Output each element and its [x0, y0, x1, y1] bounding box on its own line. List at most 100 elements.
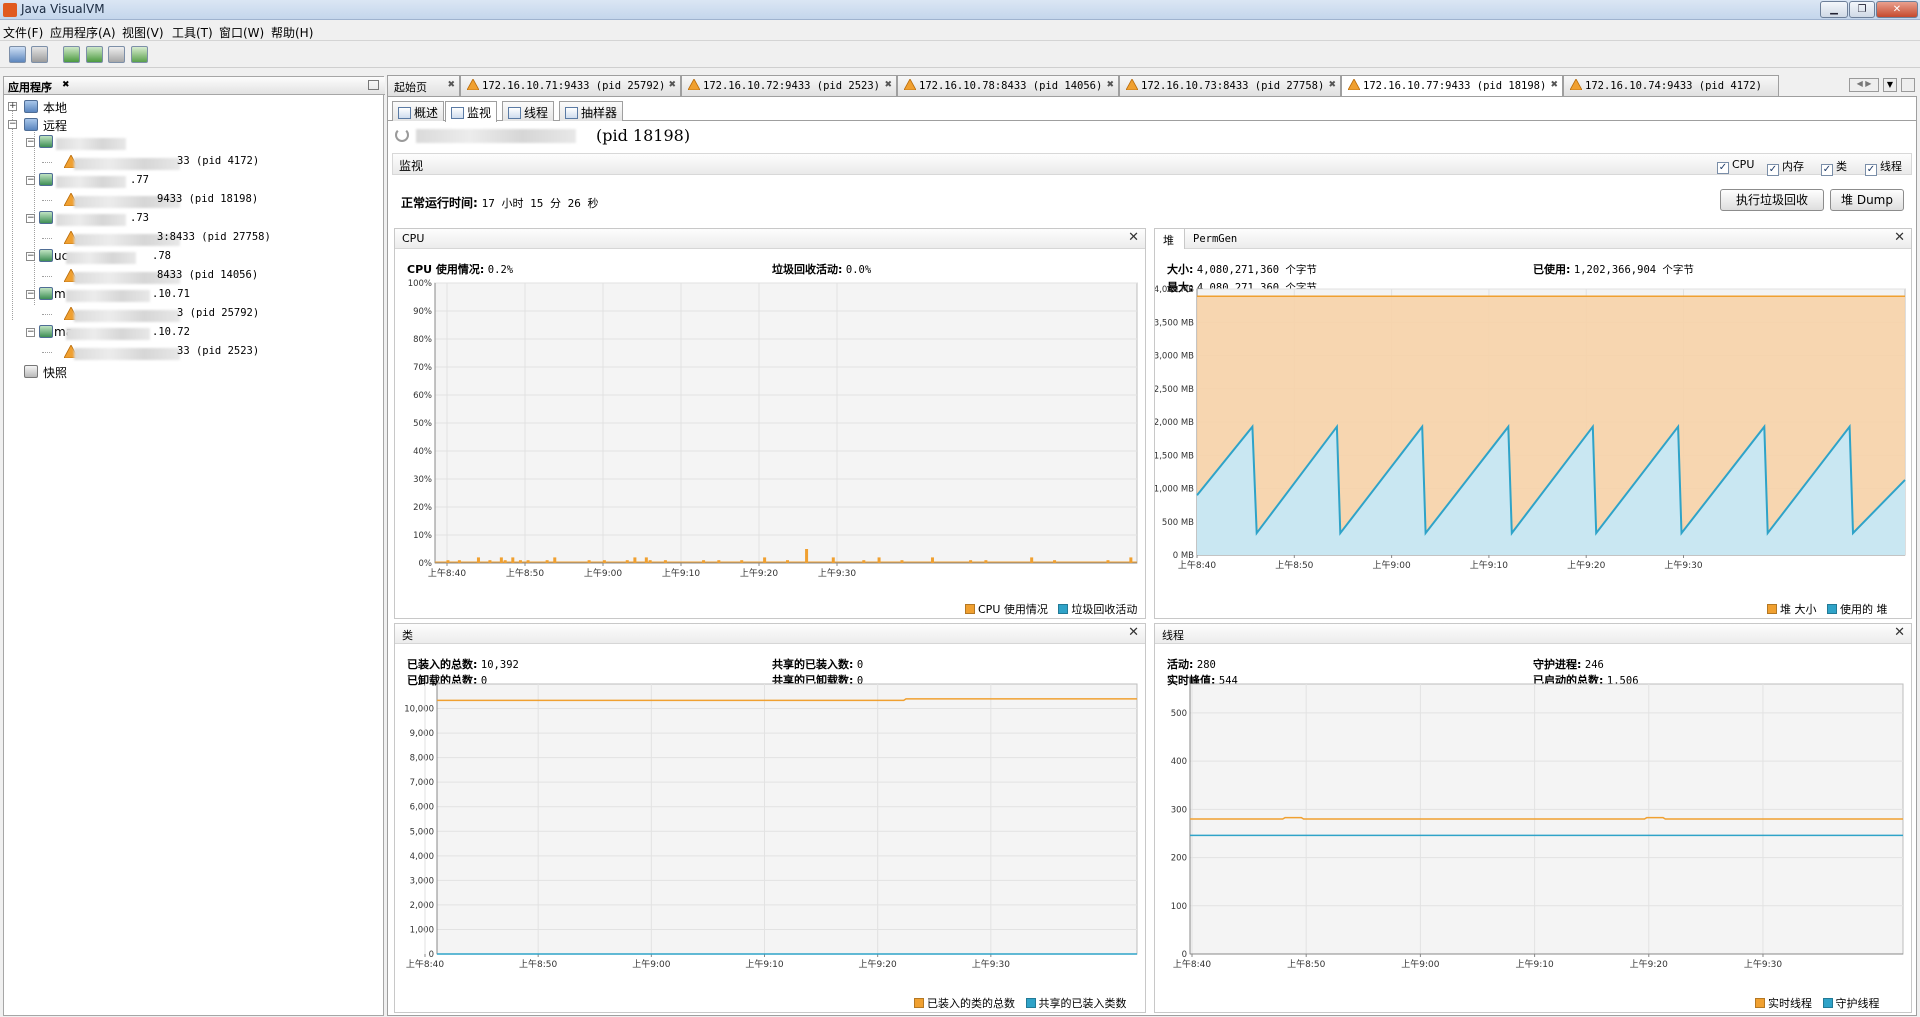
host-prefix: m	[54, 287, 66, 301]
close-icon[interactable]: ✕	[1894, 625, 1905, 640]
tab-list-dropdown-icon[interactable]: ▼	[1883, 78, 1897, 92]
menu-bar: 文件(F) 应用程序(A) 视图(V) 工具(T) 窗口(W) 帮助(H)	[0, 21, 1920, 41]
x-tick-label: 上午8:50	[1287, 958, 1325, 970]
y-tick-label: 0 MB	[1173, 551, 1194, 561]
tab-threads[interactable]: 线程	[502, 101, 555, 121]
tab-monitor-label: 监视	[467, 106, 492, 120]
legend-swatch	[1827, 604, 1837, 614]
collapse-icon[interactable]: −	[26, 214, 35, 223]
menu-view[interactable]: 视图(V)	[122, 24, 164, 41]
toolbar	[0, 42, 1920, 68]
tab-app-25792[interactable]: 172.16.10.71:9433 (pid 25792) ✖	[460, 75, 681, 96]
checkbox-classes-label: 类	[1836, 160, 1847, 173]
collapse-icon[interactable]: −	[26, 176, 35, 185]
tab-app-2523[interactable]: 172.16.10.72:9433 (pid 2523) ✖	[681, 75, 897, 96]
menu-help[interactable]: 帮助(H)	[271, 24, 313, 41]
app-pid-label: 33 (pid 2523)	[177, 345, 260, 357]
tab-overview[interactable]: 概述	[392, 101, 445, 121]
check-icon: ✓	[1865, 164, 1877, 176]
monitor-icon	[451, 107, 464, 119]
tab-scroll-arrows[interactable]: ◀ ▶	[1849, 78, 1879, 92]
collapse-icon[interactable]: −	[26, 328, 35, 337]
tab-app-14056[interactable]: 172.16.10.78:8433 (pid 14056) ✖	[897, 75, 1119, 96]
maximize-button[interactable]: ❐	[1849, 1, 1875, 18]
heap-panel: 堆 PermGen ✕ 大小: 4,080,271,360 个字节 最大: 4,…	[1154, 228, 1912, 619]
y-tick-label: 100%	[408, 279, 432, 289]
tab-sampler[interactable]: 抽样器	[559, 101, 624, 121]
minimize-window-icon[interactable]	[1901, 78, 1915, 92]
y-tick-label: 7,000	[410, 778, 434, 788]
permgen-subtab[interactable]: PermGen	[1193, 233, 1237, 245]
collapse-icon[interactable]: −	[8, 120, 17, 129]
daemon-value: 246	[1584, 659, 1604, 671]
checkbox-threads[interactable]: ✓ 线程	[1865, 158, 1902, 176]
close-icon[interactable]: ✕	[1128, 230, 1139, 245]
close-icon[interactable]: ✕	[1894, 230, 1905, 245]
minimize-button[interactable]: ▁	[1820, 1, 1848, 18]
add-remote-host-icon[interactable]	[86, 46, 103, 63]
close-icon[interactable]: ✕	[1128, 625, 1139, 640]
checkbox-classes[interactable]: ✓ 类	[1821, 158, 1847, 176]
save-icon[interactable]	[31, 46, 48, 63]
y-tick-label: 20%	[413, 503, 432, 513]
collapse-icon[interactable]: −	[26, 138, 35, 147]
menu-file[interactable]: 文件(F)	[3, 24, 43, 41]
y-tick-label: 500 MB	[1162, 518, 1194, 528]
heap-subtab[interactable]: 堆	[1155, 229, 1185, 249]
remote-host-icon	[39, 287, 53, 300]
host-suffix: .10.72	[152, 326, 190, 338]
close-icon[interactable]: ✖	[447, 80, 455, 90]
tab-monitor[interactable]: 监视	[445, 101, 498, 122]
checkbox-cpu[interactable]: ✓ CPU	[1717, 158, 1754, 174]
heap-dump-button[interactable]: 堆 Dump	[1830, 189, 1904, 211]
menu-applications[interactable]: 应用程序(A)	[50, 24, 116, 41]
close-icon[interactable]: ✖	[668, 80, 676, 90]
app-name-redacted	[74, 310, 180, 322]
x-tick-label: 上午9:10	[1470, 559, 1508, 571]
menu-window[interactable]: 窗口(W)	[219, 24, 264, 41]
minimize-panel-icon[interactable]	[368, 80, 379, 90]
applications-tab[interactable]: 应用程序 ✖	[4, 77, 385, 95]
close-button[interactable]: ✕	[1876, 1, 1918, 18]
y-tick-label: 0	[1182, 950, 1187, 960]
add-core-dump-icon[interactable]	[108, 46, 125, 63]
close-icon[interactable]: ✖	[1328, 80, 1336, 90]
legend-swatch	[1767, 604, 1777, 614]
classes-panel-title: 类	[402, 629, 413, 642]
checkbox-memory[interactable]: ✓ 内存	[1767, 158, 1804, 176]
app-name-redacted	[74, 348, 180, 360]
menu-tools[interactable]: 工具(T)	[172, 24, 213, 41]
x-tick-label: 上午9:20	[740, 567, 778, 579]
remote-host-icon	[39, 173, 53, 186]
add-snapshot-icon[interactable]	[131, 46, 148, 63]
heap-chart: 0 MB 500 MB 1,000 MB 1,500 MB 2,000 MB 2,500 …	[1155, 285, 1906, 571]
y-tick-label: 50%	[413, 419, 432, 429]
tab-app-18198[interactable]: 172.16.10.77:9433 (pid 18198) ✖	[1341, 75, 1563, 97]
legend-label: 守护线程	[1835, 997, 1880, 1010]
applications-panel: 应用程序 ✖ + 本地 − 远程 快照 − 33 (pid 4172) − .77 94…	[3, 76, 385, 1016]
close-icon[interactable]: ✖	[1550, 80, 1558, 90]
close-icon[interactable]: ✖	[884, 80, 892, 90]
x-tick-label: 上午9:30	[1664, 559, 1702, 571]
tab-start-page[interactable]: 起始页 ✖	[387, 75, 460, 96]
collapse-icon[interactable]: −	[26, 252, 35, 261]
cpu-panel: CPU ✕ CPU 使用情况: 0.2% 垃圾回收活动: 0.0% 0% 10% 2…	[394, 228, 1146, 619]
x-tick-label: 上午9:30	[972, 958, 1010, 970]
heap-size-label: 大小:	[1167, 263, 1194, 276]
tab-app-27758[interactable]: 172.16.10.73:8433 (pid 27758) ✖	[1119, 75, 1341, 96]
y-tick-label: 40%	[413, 447, 432, 457]
tab-app-4172[interactable]: 172.16.10.74:9433 (pid 4172)	[1563, 75, 1779, 96]
collapse-icon[interactable]: −	[26, 290, 35, 299]
open-snapshot-icon[interactable]	[9, 46, 26, 63]
y-tick-label: 2,000 MB	[1155, 418, 1194, 428]
add-jmx-connection-icon[interactable]	[63, 46, 80, 63]
tab-label: 起始页	[394, 81, 427, 94]
close-icon[interactable]: ✖	[62, 80, 70, 90]
shared-loaded-stat: 共享的已装入数: 0	[772, 656, 863, 672]
cpu-panel-title: CPU	[402, 232, 425, 245]
perform-gc-button[interactable]: 执行垃圾回收	[1720, 189, 1824, 211]
close-icon[interactable]: ✖	[1106, 80, 1114, 90]
y-tick-label: 200	[1171, 854, 1187, 864]
y-tick-label: 2,500 MB	[1155, 385, 1194, 395]
expand-icon[interactable]: +	[8, 102, 17, 111]
